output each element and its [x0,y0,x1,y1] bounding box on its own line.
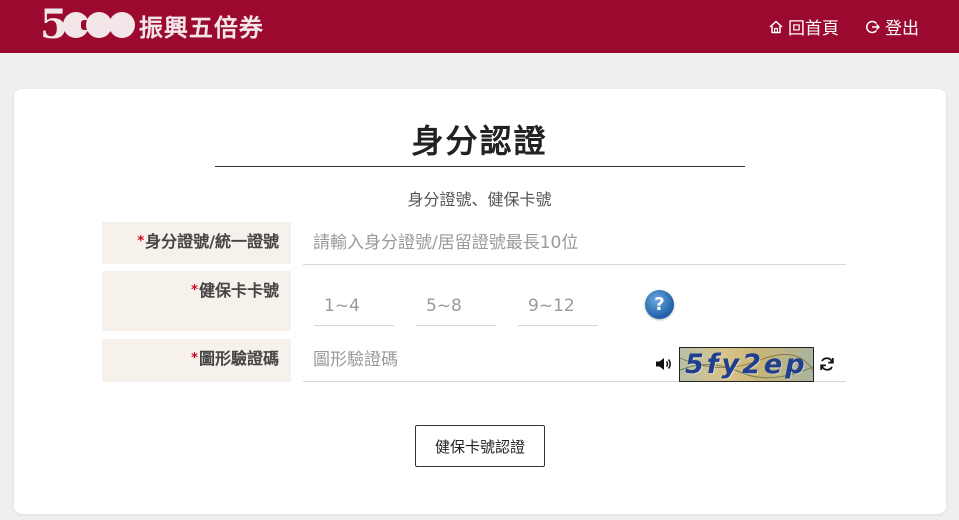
required-mark: * [191,351,198,366]
help-icon[interactable]: ? [645,290,674,319]
refresh-icon[interactable] [819,356,835,372]
logo-mark: 5 [40,5,135,45]
id-number-input[interactable] [303,222,846,265]
nhi-card-input-1[interactable] [314,286,394,326]
page-title: 身分認證 [411,122,548,160]
nhi-card-label: *健保卡卡號 [102,271,291,331]
nhi-card-input-2[interactable] [416,286,496,326]
page-subtitle: 身分證號、健保卡號 [407,190,552,209]
required-mark: * [137,234,145,249]
logo-circle [108,12,135,38]
logout-link-label: 登出 [885,19,919,39]
nhi-card-input-3[interactable] [518,286,598,326]
id-label-text: 身分證號/統一證號 [145,232,279,251]
logo-digit: 5 [40,1,68,48]
logo-circle [62,12,90,38]
header-nav: 回首頁 登出 [768,14,919,39]
logo-text: 振興五倍券 [138,13,264,42]
home-icon [769,20,783,33]
top-navigation-bar: 5 振興五倍券 回首頁 登出 [0,0,959,53]
logo[interactable]: 5 振興五倍券 [40,4,264,46]
captcha-label-text: 圖形驗證碼 [198,349,279,368]
logout-link[interactable]: 登出 [865,14,919,39]
title-divider [215,166,745,167]
logo-circle [85,12,112,38]
verify-nhi-card-button[interactable]: 健保卡號認證 [415,425,545,467]
home-link-label: 回首頁 [788,19,839,39]
logout-icon [866,20,880,33]
speaker-icon[interactable] [655,356,673,372]
captcha-image: 5fy2ep [679,347,814,382]
required-mark: * [191,283,198,298]
home-link[interactable]: 回首頁 [768,14,839,39]
id-label: *身分證號/統一證號 [102,222,291,264]
captcha-label: *圖形驗證碼 [102,339,291,382]
captcha-image-text: 5fy2ep [685,349,808,380]
nhi-card-label-text: 健保卡卡號 [198,281,279,300]
